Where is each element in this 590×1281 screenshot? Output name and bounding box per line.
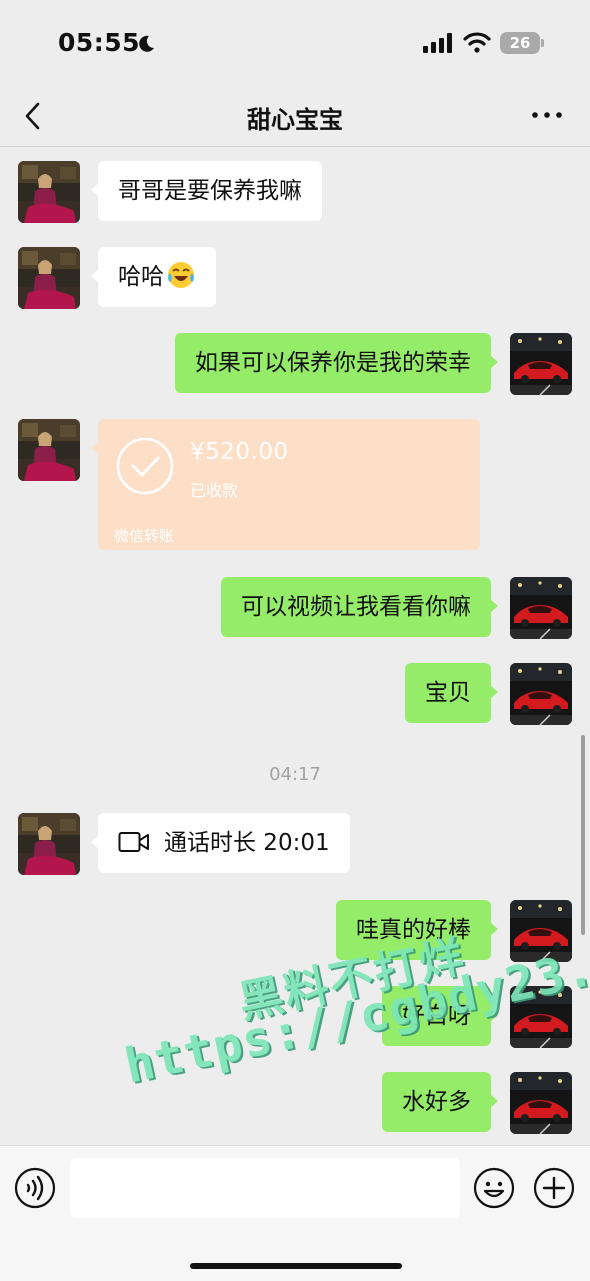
contact-avatar[interactable] [18, 419, 80, 481]
chat-title: 甜心宝宝 [247, 106, 343, 134]
outgoing-message[interactable]: 水好多 [382, 1072, 498, 1132]
message-timestamp: 04:17 [269, 764, 321, 785]
status-time: 05:55 [58, 28, 141, 57]
message-text: 哈哈 [118, 264, 164, 290]
voice-input-icon[interactable] [14, 1167, 56, 1209]
my-avatar[interactable] [510, 1072, 572, 1134]
outgoing-message[interactable]: 如果可以保养你是我的荣幸 [175, 333, 498, 393]
cellular-signal-icon [423, 33, 452, 53]
home-indicator [190, 1263, 402, 1269]
incoming-message[interactable]: 哥哥是要保养我嘛 [91, 161, 322, 221]
my-avatar[interactable] [510, 333, 572, 395]
message-input[interactable] [70, 1158, 460, 1218]
video-call-icon [118, 832, 149, 852]
outgoing-message[interactable]: 宝贝 [405, 663, 498, 723]
input-bar [0, 1145, 590, 1281]
tears-of-joy-emoji-icon [168, 262, 194, 288]
incoming-message[interactable]: 哈哈 [91, 247, 216, 307]
transfer-label: 微信转账 [114, 527, 175, 545]
moon-icon [139, 35, 154, 52]
battery-cap [541, 39, 544, 47]
video-call-record[interactable]: 通话时长 20:01 [91, 813, 350, 873]
wifi-icon [463, 32, 491, 53]
contact-avatar[interactable] [18, 247, 80, 309]
scrollbar[interactable] [581, 735, 585, 935]
battery-level: 26 [500, 32, 540, 54]
wechat-transfer-card[interactable]: ¥520.00 已收款 微信转账 [91, 419, 480, 550]
my-avatar[interactable] [510, 577, 572, 639]
outgoing-message[interactable]: 可以视频让我看看你嘛 [221, 577, 498, 637]
contact-avatar[interactable] [18, 813, 80, 875]
transfer-status: 已收款 [190, 481, 239, 500]
transfer-amount: ¥520.00 [190, 439, 289, 465]
my-avatar[interactable] [510, 663, 572, 725]
contact-avatar[interactable] [18, 161, 80, 223]
more-options-icon[interactable] [530, 108, 564, 122]
call-duration: 通话时长 20:01 [164, 830, 330, 856]
status-bar: 05:55 26 [0, 0, 590, 88]
plus-button-icon[interactable] [533, 1167, 575, 1209]
emoji-button-icon[interactable] [473, 1167, 515, 1209]
nav-bar: 甜心宝宝 [0, 88, 590, 147]
check-circle-icon [116, 437, 174, 495]
